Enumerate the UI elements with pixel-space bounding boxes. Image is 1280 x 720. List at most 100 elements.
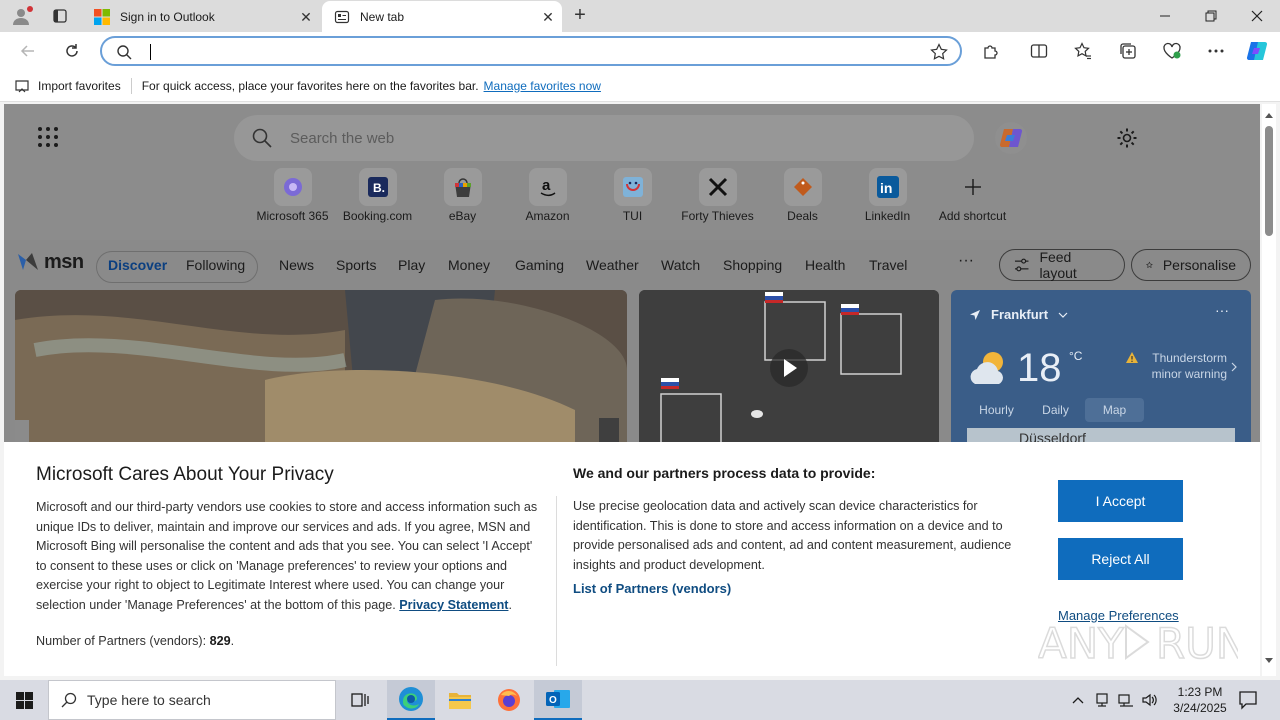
- weather-location[interactable]: Frankfurt: [969, 307, 1078, 322]
- task-view-icon: [351, 693, 369, 707]
- taskbar-file-explorer[interactable]: [436, 680, 484, 720]
- minimize-button[interactable]: [1142, 0, 1188, 32]
- import-favorites-button[interactable]: Import favorites: [14, 78, 121, 94]
- tab-strip: Sign in to Outlook ✕ New tab ✕ +: [0, 0, 1280, 32]
- minimize-icon: [1160, 15, 1170, 17]
- taskbar-firefox[interactable]: [485, 680, 533, 720]
- collections-button[interactable]: [1115, 39, 1141, 63]
- browser-essentials-button[interactable]: [1159, 39, 1185, 63]
- taskbar-search-box[interactable]: Type here to search: [48, 680, 336, 720]
- weather-more-icon[interactable]: ···: [1215, 302, 1229, 318]
- shortcut-microsoft-365[interactable]: Microsoft 365: [250, 168, 335, 230]
- tab-new-tab[interactable]: New tab ✕: [322, 1, 562, 32]
- plus-icon: [964, 179, 981, 195]
- feed-layout-button[interactable]: Feed layout: [999, 249, 1125, 281]
- tab-following[interactable]: Following: [186, 257, 245, 273]
- network-button[interactable]: [1116, 690, 1136, 710]
- nav-shopping[interactable]: Shopping: [723, 257, 782, 273]
- favorites-bar: Import favorites For quick access, place…: [0, 70, 1280, 102]
- shortcut-forty-thieves[interactable]: Forty Thieves: [675, 168, 760, 230]
- booking-icon: B.: [367, 177, 388, 197]
- page-settings-gear-icon[interactable]: [1116, 127, 1138, 149]
- plus-icon: +: [574, 4, 586, 26]
- shortcut-linkedin[interactable]: in LinkedIn: [845, 168, 930, 230]
- close-tab-icon[interactable]: ✕: [298, 9, 314, 25]
- amazon-icon: a: [540, 177, 555, 196]
- chevron-right-icon[interactable]: [1231, 362, 1237, 372]
- profile-button[interactable]: [8, 4, 34, 28]
- nav-gaming[interactable]: Gaming: [515, 257, 564, 273]
- msn-logo[interactable]: msn: [16, 250, 84, 274]
- personalise-button[interactable]: Personalise: [1131, 249, 1251, 281]
- shortcut-booking[interactable]: B. Booking.com: [335, 168, 420, 230]
- any-run-watermark-logo: ANY RUN: [1038, 618, 1238, 669]
- favorites-button[interactable]: [1070, 39, 1096, 63]
- weather-card[interactable]: Frankfurt ··· 18 °C Thunderstorm minor w…: [951, 290, 1251, 450]
- restore-button[interactable]: [1188, 0, 1234, 32]
- tab-discover[interactable]: Discover: [108, 257, 167, 273]
- show-hidden-icons-button[interactable]: [1068, 690, 1088, 710]
- nav-health[interactable]: Health: [805, 257, 845, 273]
- notification-center-icon[interactable]: [1238, 690, 1258, 710]
- split-screen-button[interactable]: [1026, 39, 1052, 63]
- web-search-box[interactable]: Search the web: [234, 115, 974, 161]
- settings-and-more-button[interactable]: [1203, 39, 1229, 63]
- shortcut-deals[interactable]: Deals: [760, 168, 845, 230]
- refresh-button[interactable]: [58, 38, 86, 64]
- accept-button[interactable]: I Accept: [1058, 480, 1183, 522]
- close-window-button[interactable]: [1234, 0, 1280, 32]
- volume-button[interactable]: [1140, 690, 1160, 710]
- scroll-up-arrow-icon[interactable]: [1265, 112, 1273, 118]
- linkedin-icon: in: [876, 176, 899, 198]
- nav-travel[interactable]: Travel: [869, 257, 907, 273]
- tray-device-button[interactable]: [1092, 690, 1112, 710]
- taskbar-outlook[interactable]: O: [534, 680, 582, 720]
- page-scrollbar[interactable]: [1262, 104, 1276, 676]
- nav-news[interactable]: News: [279, 257, 314, 273]
- list-of-partners-link[interactable]: List of Partners (vendors): [573, 581, 731, 596]
- shortcut-ebay[interactable]: eBay: [420, 168, 505, 230]
- privacy-statement-link[interactable]: Privacy Statement: [399, 598, 508, 612]
- privacy-body: Microsoft and our third-party vendors us…: [36, 498, 546, 616]
- add-shortcut-button[interactable]: Add shortcut: [930, 168, 1015, 230]
- text-caret: [150, 44, 151, 60]
- tab-sign-in-outlook[interactable]: Sign in to Outlook ✕: [82, 1, 320, 32]
- copilot-icon[interactable]: [994, 121, 1028, 155]
- weather-tab-daily[interactable]: Daily: [1026, 398, 1085, 422]
- system-clock[interactable]: 1:23 PM 3/24/2025: [1162, 684, 1238, 716]
- address-bar[interactable]: [100, 36, 962, 66]
- microsoft365-icon: [283, 178, 302, 196]
- start-button[interactable]: [0, 680, 48, 720]
- favorite-star-icon[interactable]: [930, 43, 948, 61]
- nav-money[interactable]: Money: [448, 257, 490, 273]
- play-icon[interactable]: [769, 348, 809, 388]
- extensions-button[interactable]: [978, 39, 1004, 63]
- taskbar-edge[interactable]: [387, 680, 435, 720]
- weather-warning[interactable]: Thunderstorm minor warning: [1129, 350, 1227, 382]
- hero-news-card[interactable]: [15, 290, 627, 450]
- address-input[interactable]: [154, 42, 914, 62]
- back-button[interactable]: [14, 38, 42, 64]
- tab-actions-button[interactable]: [48, 6, 72, 26]
- close-tab-icon[interactable]: ✕: [540, 9, 556, 25]
- scrollbar-thumb[interactable]: [1265, 126, 1273, 236]
- reject-all-button[interactable]: Reject All: [1058, 538, 1183, 580]
- app-launcher-icon[interactable]: [38, 127, 58, 147]
- scroll-down-arrow-icon[interactable]: [1265, 658, 1273, 664]
- shortcut-label: TUI: [622, 209, 643, 223]
- shortcut-tui[interactable]: TUI: [590, 168, 675, 230]
- shortcut-label: Deals: [787, 209, 818, 223]
- video-news-card[interactable]: [639, 290, 939, 450]
- new-tab-button[interactable]: +: [568, 4, 592, 28]
- task-view-button[interactable]: [336, 680, 384, 720]
- shortcut-amazon[interactable]: a Amazon: [505, 168, 590, 230]
- copilot-button[interactable]: [1244, 39, 1270, 63]
- more-nav-button[interactable]: ···: [958, 252, 974, 270]
- nav-sports[interactable]: Sports: [336, 257, 376, 273]
- nav-watch[interactable]: Watch: [661, 257, 700, 273]
- nav-weather[interactable]: Weather: [586, 257, 639, 273]
- weather-tab-hourly[interactable]: Hourly: [967, 398, 1026, 422]
- nav-play[interactable]: Play: [398, 257, 425, 273]
- manage-favorites-link[interactable]: Manage favorites now: [484, 79, 601, 93]
- weather-tab-map[interactable]: Map: [1085, 398, 1144, 422]
